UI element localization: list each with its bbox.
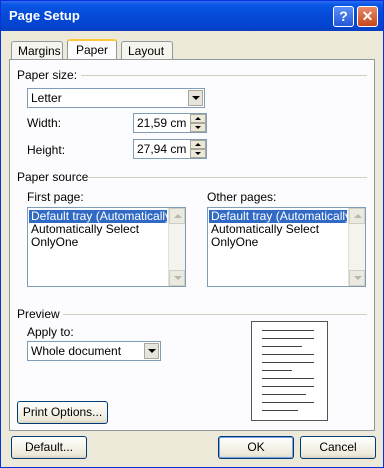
page-setup-dialog: Page Setup ? ✕ Margins Paper Layout Pape… [0,0,384,468]
close-button[interactable]: ✕ [357,6,378,27]
title-bar[interactable]: Page Setup ? ✕ [1,1,383,31]
spin-up-icon[interactable] [190,114,206,123]
help-button[interactable]: ? [333,6,354,27]
other-pages-label: Other pages: [207,190,277,204]
tab-margins[interactable]: Margins [11,41,63,59]
cancel-button[interactable]: Cancel [300,436,376,459]
list-item[interactable]: Default tray (Automatically S [29,210,167,223]
list-item[interactable]: OnlyOne [29,236,167,249]
scroll-down-icon[interactable] [169,270,185,286]
paper-source-heading: Paper source [17,170,89,184]
default-button[interactable]: Default... [11,436,87,459]
spinner-buttons [190,140,206,158]
group-divider [81,75,367,76]
print-options-button[interactable]: Print Options... [17,401,108,424]
height-label: Height: [27,143,66,157]
height-spinner[interactable]: 27,94 cm [133,139,207,159]
list-item[interactable]: Automatically Select [209,223,347,236]
vertical-scrollbar[interactable] [348,208,365,286]
width-spinner[interactable]: 21,59 cm [133,113,207,133]
page-preview-thumbnail [251,321,328,421]
apply-to-label: Apply to: [27,325,74,339]
list-item[interactable]: Automatically Select [29,223,167,236]
first-page-label: First page: [27,190,84,204]
group-divider [87,177,367,178]
close-icon: ✕ [361,8,374,24]
list-item[interactable]: Default tray (Automatically S [209,210,347,223]
tab-layout[interactable]: Layout [121,41,173,59]
paper-size-value: Letter [31,91,62,105]
height-value: 27,94 cm [137,142,187,156]
spin-down-icon[interactable] [190,149,206,158]
scroll-down-icon[interactable] [349,270,365,286]
tab-paper[interactable]: Paper [67,39,117,60]
apply-to-select[interactable]: Whole document [27,341,161,361]
width-label: Width: [27,116,62,130]
ok-button[interactable]: OK [218,436,294,459]
spin-down-icon[interactable] [190,123,206,132]
spinner-buttons [190,114,206,132]
chevron-down-icon[interactable] [188,90,203,106]
preview-heading: Preview [17,307,60,321]
scroll-up-icon[interactable] [169,208,185,224]
group-divider [63,314,367,315]
scroll-up-icon[interactable] [349,208,365,224]
list-item[interactable]: OnlyOne [209,236,347,249]
dialog-title: Page Setup [9,8,80,23]
vertical-scrollbar[interactable] [168,208,185,286]
paper-size-heading: Paper size: [17,68,78,82]
chevron-down-icon[interactable] [144,343,159,359]
spin-up-icon[interactable] [190,140,206,149]
paper-size-select[interactable]: Letter [27,88,205,108]
first-page-list[interactable]: Default tray (Automatically S Automatica… [27,207,186,287]
width-value: 21,59 cm [137,116,187,130]
question-mark-icon: ? [339,8,348,24]
other-pages-list[interactable]: Default tray (Automatically S Automatica… [207,207,366,287]
apply-to-value: Whole document [31,344,122,358]
